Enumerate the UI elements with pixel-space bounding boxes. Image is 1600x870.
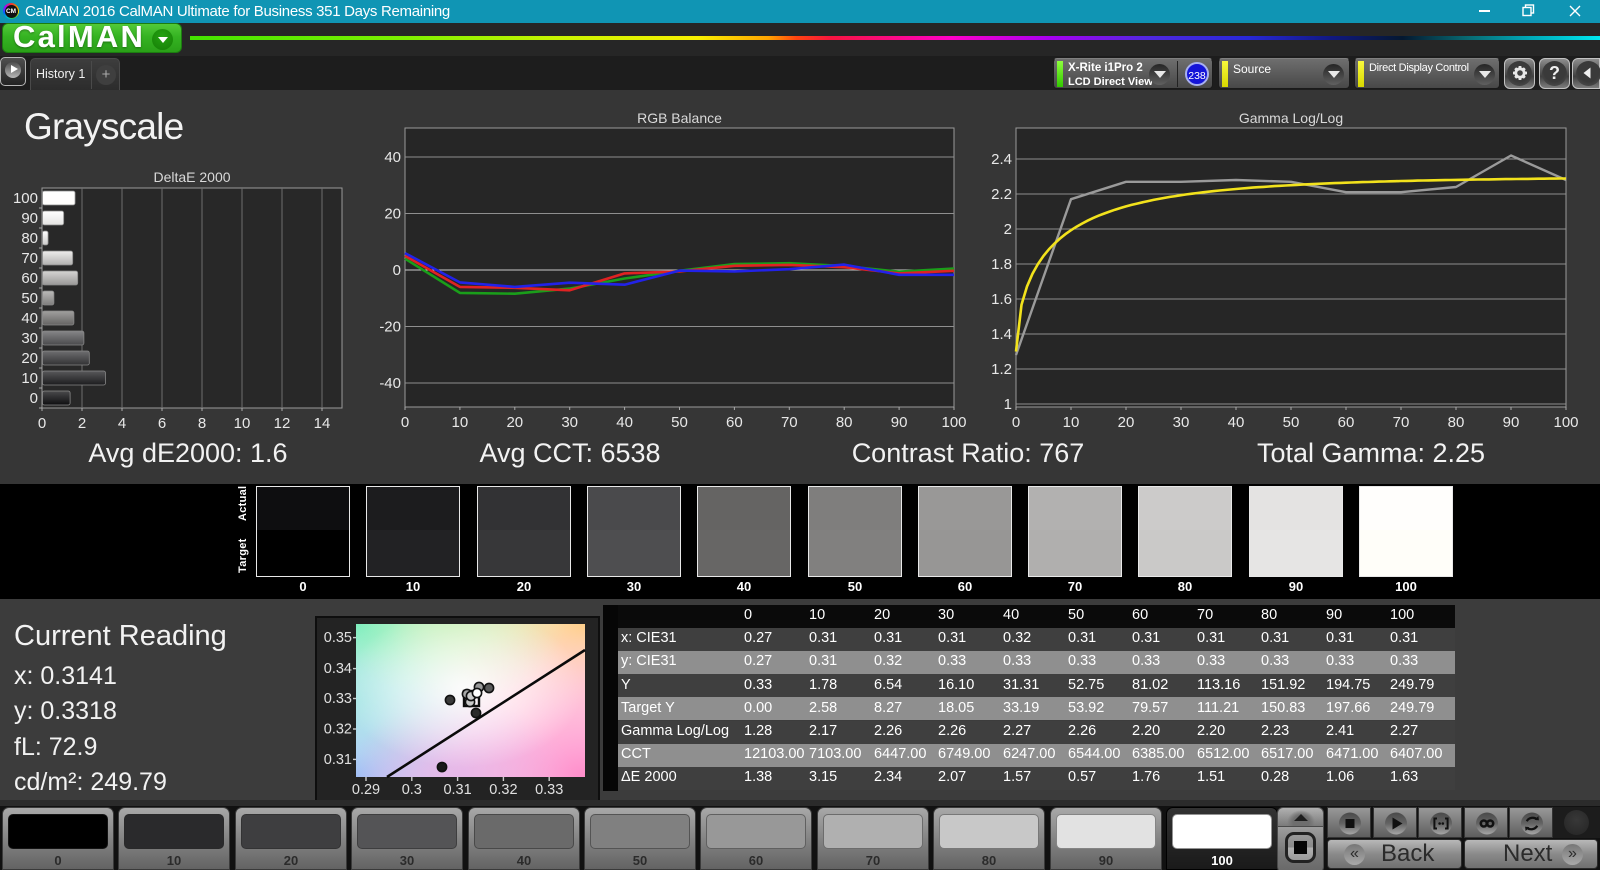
svg-text:90: 90 [1503, 414, 1520, 430]
svg-text:0.32: 0.32 [324, 722, 352, 738]
svg-text:30: 30 [561, 414, 578, 430]
svg-text:0.34: 0.34 [324, 661, 352, 677]
svg-text:0: 0 [38, 415, 46, 432]
svg-text:70: 70 [21, 250, 38, 267]
svg-text:20: 20 [1118, 414, 1135, 430]
svg-text:70: 70 [1393, 414, 1410, 430]
svg-text:0.29: 0.29 [352, 782, 380, 798]
svg-text:70: 70 [781, 414, 798, 430]
svg-text:60: 60 [1338, 414, 1355, 430]
svg-text:20: 20 [384, 206, 401, 223]
svg-text:10: 10 [234, 415, 251, 432]
svg-text:10: 10 [452, 414, 469, 430]
svg-text:20: 20 [21, 350, 38, 367]
svg-text:30: 30 [21, 330, 38, 347]
svg-text:80: 80 [21, 230, 38, 247]
svg-text:0.35: 0.35 [324, 630, 352, 646]
svg-text:1.2: 1.2 [991, 361, 1012, 378]
svg-text:0: 0 [30, 390, 38, 407]
svg-text:0.31: 0.31 [324, 752, 352, 768]
svg-text:0.33: 0.33 [324, 691, 352, 707]
svg-text:40: 40 [1228, 414, 1245, 430]
svg-text:50: 50 [671, 414, 688, 430]
svg-text:50: 50 [21, 290, 38, 307]
svg-text:10: 10 [21, 370, 38, 387]
svg-text:80: 80 [836, 414, 853, 430]
svg-text:14: 14 [314, 415, 331, 432]
svg-text:1.4: 1.4 [991, 326, 1012, 343]
svg-text:0.31: 0.31 [443, 782, 471, 798]
svg-text:80: 80 [1448, 414, 1465, 430]
svg-text:Gamma Log/Log: Gamma Log/Log [1239, 110, 1343, 126]
svg-text:40: 40 [384, 149, 401, 166]
svg-text:8: 8 [198, 415, 206, 432]
svg-text:0: 0 [393, 262, 401, 279]
svg-text:2.2: 2.2 [991, 186, 1012, 203]
svg-text:40: 40 [616, 414, 633, 430]
svg-text:1: 1 [1004, 396, 1012, 413]
svg-text:30: 30 [1173, 414, 1190, 430]
svg-text:100: 100 [1553, 414, 1578, 430]
svg-text:0.32: 0.32 [489, 782, 517, 798]
svg-text:12: 12 [274, 415, 291, 432]
svg-text:6: 6 [158, 415, 166, 432]
svg-text:0: 0 [1012, 414, 1020, 430]
svg-text:DeltaE 2000: DeltaE 2000 [153, 169, 230, 185]
svg-text:90: 90 [891, 414, 908, 430]
svg-text:0.3: 0.3 [402, 782, 422, 798]
svg-text:2.4: 2.4 [991, 151, 1012, 168]
svg-text:10: 10 [1063, 414, 1080, 430]
svg-text:100: 100 [13, 190, 38, 207]
svg-text:0.33: 0.33 [535, 782, 563, 798]
svg-text:60: 60 [21, 270, 38, 287]
svg-text:90: 90 [21, 210, 38, 227]
svg-text:RGB Balance: RGB Balance [637, 110, 722, 126]
svg-text:0: 0 [401, 414, 409, 430]
svg-text:60: 60 [726, 414, 743, 430]
svg-text:1.8: 1.8 [991, 256, 1012, 273]
svg-text:100: 100 [941, 414, 966, 430]
svg-text:4: 4 [118, 415, 126, 432]
svg-text:20: 20 [506, 414, 523, 430]
svg-text:2: 2 [1004, 221, 1012, 238]
svg-text:1.6: 1.6 [991, 291, 1012, 308]
svg-text:50: 50 [1283, 414, 1300, 430]
svg-text:-40: -40 [379, 375, 401, 392]
svg-text:2: 2 [78, 415, 86, 432]
svg-text:-20: -20 [379, 319, 401, 336]
svg-text:40: 40 [21, 310, 38, 327]
